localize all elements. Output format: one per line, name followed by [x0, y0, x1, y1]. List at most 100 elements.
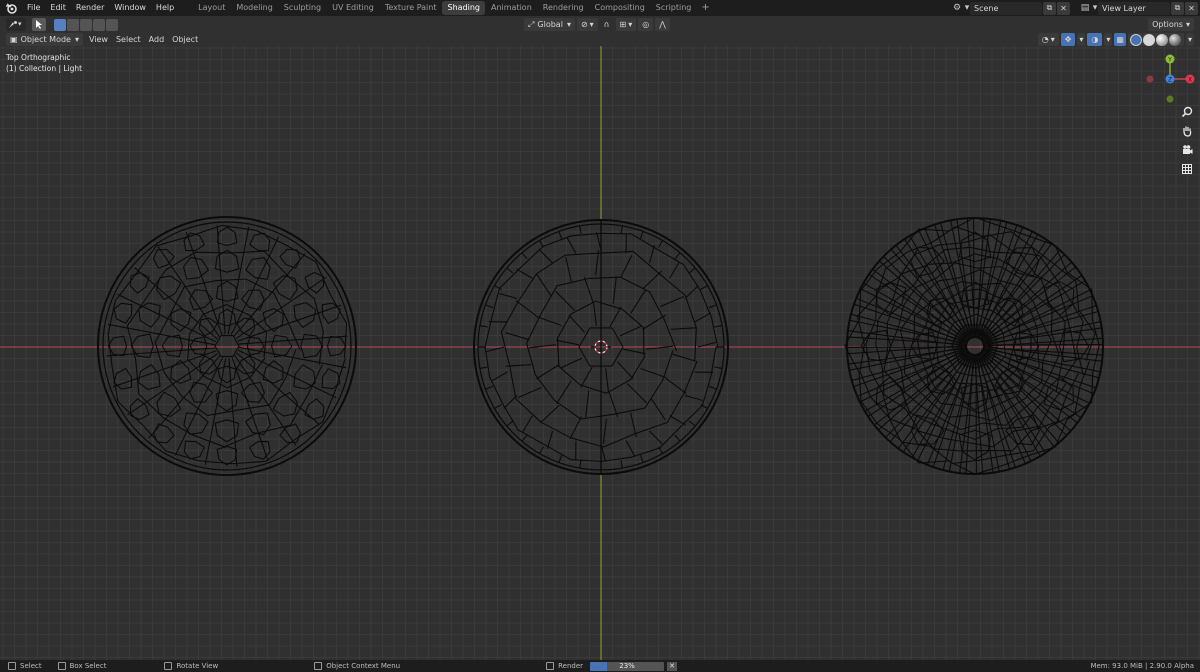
pan-hand-icon[interactable]	[1179, 123, 1195, 139]
viewport-header: ▾ ⤢ Global ▾ ⊘ ▾ ∩ ⊞ ▾ ◎ ⋀ Options ▾ ▣ O…	[0, 16, 1200, 46]
status-rotate-label: Rotate View	[176, 662, 219, 670]
workspace-tabs: Layout Modeling Sculpting UV Editing Tex…	[193, 0, 714, 16]
scene-name-field[interactable]: Scene	[970, 1, 1042, 15]
status-context-hint: Object Context Menu	[314, 662, 400, 670]
overlays-toggle[interactable]: ◑	[1087, 33, 1103, 46]
view-layer-icon[interactable]: ▤	[1078, 2, 1092, 15]
tab-sculpting[interactable]: Sculpting	[279, 1, 326, 15]
view-layer-name-field[interactable]: View Layer	[1098, 1, 1170, 15]
chevron-down-icon: ▾	[1079, 35, 1084, 44]
tab-uv-editing[interactable]: UV Editing	[327, 1, 379, 15]
render-icon	[546, 662, 555, 670]
options-dropdown[interactable]: Options ▾	[1148, 18, 1194, 31]
mode-menu-row: ▣ Object Mode ▾ View Select Add Object	[6, 32, 202, 47]
memory-version-info: Mem: 93.0 MiB | 2.90.0 Alpha	[1090, 662, 1194, 670]
rendered-shading-icon[interactable]	[1168, 33, 1181, 46]
top-menu-bar: File Edit Render Window Help Layout Mode…	[0, 0, 1200, 16]
orientation-dropdown[interactable]: ⤢ Global ▾	[524, 18, 575, 31]
snap-increment-icon: ⊞	[619, 20, 627, 29]
tab-animation[interactable]: Animation	[486, 1, 537, 15]
view-layer-selector: ▤ ▾ View Layer ⧉ ✕	[1078, 1, 1200, 15]
scene-icon[interactable]: ⚙	[950, 2, 964, 15]
viewport-display-controls: ◔ ▾ ✥ ▾ ◑ ▾ ▦ ▾	[1037, 32, 1196, 47]
cursor-arrow-icon	[36, 20, 42, 29]
material-shading-icon[interactable]	[1155, 33, 1168, 46]
new-scene-icon[interactable]: ⧉	[1043, 1, 1056, 15]
falloff-dropdown[interactable]: ⋀	[655, 18, 670, 31]
object-mode-dropdown[interactable]: ▣ Object Mode ▾	[6, 33, 83, 46]
shading-options-dropdown[interactable]: ▾	[1185, 33, 1194, 46]
camera-view-icon[interactable]	[1179, 142, 1195, 158]
mouse-middle-icon	[164, 662, 173, 670]
tab-modeling[interactable]: Modeling	[231, 1, 277, 15]
voronoi-sphere-left[interactable]	[97, 216, 357, 476]
blender-logo-icon[interactable]	[4, 1, 18, 15]
falloff-curve-icon: ⋀	[659, 20, 666, 29]
options-row: Options ▾	[1148, 17, 1196, 32]
delete-scene-icon[interactable]: ✕	[1057, 1, 1070, 15]
3d-viewport[interactable]: Y X Z Top Orthographic (1) Collection | …	[0, 46, 1200, 660]
editor-type-button[interactable]: ▾	[6, 18, 26, 31]
voronoi-sphere-right[interactable]	[844, 216, 1104, 475]
status-select-hint: Select	[8, 662, 42, 670]
chevron-down-icon: ▾	[74, 35, 79, 44]
shading-mode-group	[1127, 33, 1184, 46]
new-view-layer-icon[interactable]: ⧉	[1171, 1, 1184, 15]
select-extend-icon[interactable]	[67, 18, 79, 31]
zoom-icon[interactable]	[1179, 104, 1195, 120]
orientation-icon: ⤢	[528, 20, 535, 29]
menu-view[interactable]: View	[85, 33, 112, 46]
tab-compositing[interactable]: Compositing	[590, 1, 650, 15]
menu-add[interactable]: Add	[145, 33, 169, 46]
xray-toggle[interactable]: ▦	[1114, 33, 1126, 46]
tab-shading[interactable]: Shading	[442, 1, 485, 15]
proportional-edit-icon: ◎	[642, 20, 650, 29]
menu-render[interactable]: Render	[71, 0, 109, 16]
tool-settings-row: ▾	[6, 17, 119, 32]
proportional-edit-toggle[interactable]: ◎	[638, 18, 654, 31]
solid-shading-icon[interactable]	[1142, 33, 1155, 46]
snap-toggle[interactable]: ∩	[599, 18, 614, 31]
menu-object[interactable]: Object	[168, 33, 202, 46]
add-workspace-button[interactable]: +	[697, 1, 713, 15]
select-invert-icon[interactable]	[93, 18, 105, 31]
tab-scripting[interactable]: Scripting	[651, 1, 697, 15]
snap-target-dropdown[interactable]: ⊞ ▾	[615, 18, 637, 31]
select-tool-button[interactable]	[32, 18, 46, 31]
viewport-canvas[interactable]: Y X Z	[0, 46, 1200, 660]
tab-rendering[interactable]: Rendering	[538, 1, 589, 15]
status-bar: Select Box Select Rotate View Object Con…	[0, 660, 1200, 672]
gizmo-dropdown[interactable]: ▾	[1077, 33, 1086, 46]
x-axis-label: X	[1188, 77, 1192, 84]
menu-help[interactable]: Help	[151, 0, 179, 16]
overlays-dropdown[interactable]: ▾	[1104, 33, 1113, 46]
pivot-point-dropdown[interactable]: ⊘ ▾	[576, 18, 598, 31]
select-intersect-icon[interactable]	[106, 18, 118, 31]
tab-layout[interactable]: Layout	[193, 1, 230, 15]
menu-window[interactable]: Window	[109, 0, 151, 16]
neg-y-axis-handle[interactable]	[1166, 95, 1174, 103]
cancel-render-button[interactable]: ✕	[667, 661, 678, 671]
perspective-toggle-icon[interactable]	[1179, 161, 1195, 177]
status-context-label: Object Context Menu	[326, 662, 401, 670]
wireframe-shading-icon[interactable]	[1129, 33, 1142, 46]
render-job-label: Render	[558, 662, 584, 670]
neg-x-axis-handle[interactable]	[1146, 75, 1154, 83]
menu-select[interactable]: Select	[112, 33, 145, 46]
menu-file[interactable]: File	[22, 0, 45, 16]
gizmo-toggle[interactable]: ✥	[1060, 33, 1076, 46]
status-select-label: Select	[20, 662, 42, 670]
chevron-down-icon: ▾	[1050, 35, 1055, 44]
menu-edit[interactable]: Edit	[45, 0, 71, 16]
chevron-down-icon: ▾	[628, 20, 633, 29]
chevron-down-icon: ▾	[1106, 35, 1111, 44]
overlays-icon: ◑	[1091, 35, 1099, 44]
visibility-dropdown[interactable]: ◔ ▾	[1037, 33, 1059, 46]
mouse-left-icon	[8, 662, 16, 670]
select-new-icon[interactable]	[54, 18, 66, 31]
view-name-label: Top Orthographic	[6, 53, 71, 62]
tab-texture-paint[interactable]: Texture Paint	[380, 1, 442, 15]
render-progress-text: 23%	[619, 662, 635, 670]
delete-view-layer-icon[interactable]: ✕	[1185, 1, 1198, 15]
select-subtract-icon[interactable]	[80, 18, 92, 31]
